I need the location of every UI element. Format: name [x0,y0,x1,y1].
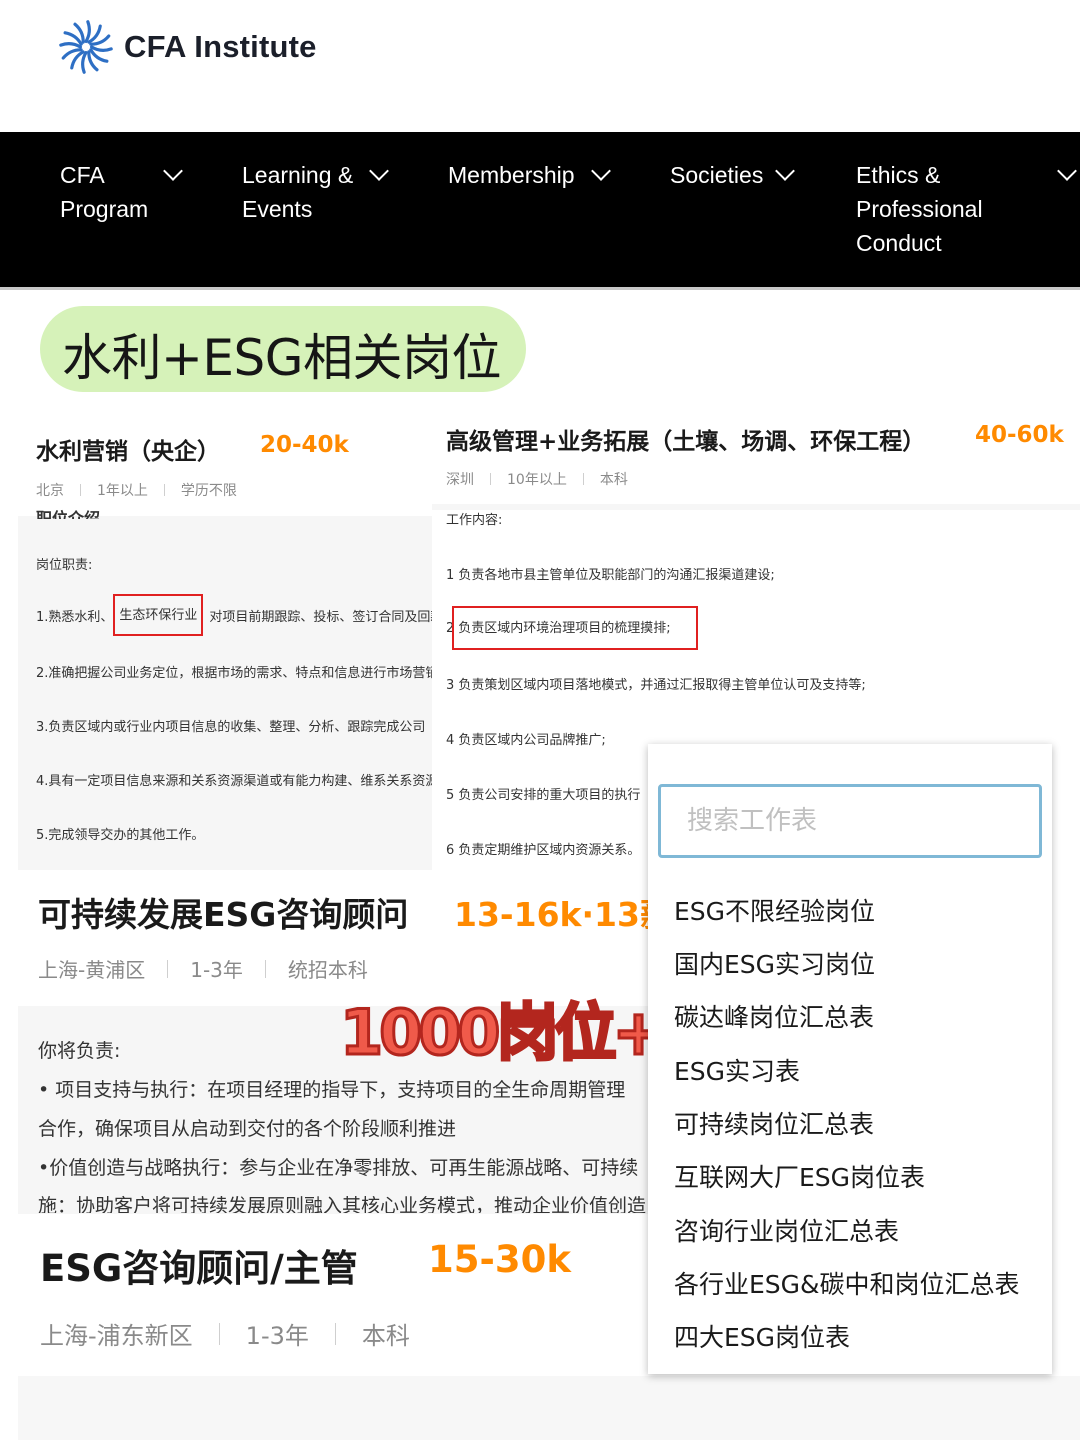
sheet-item-industry-esg-carbon[interactable]: 各行业ESG&碳中和岗位汇总表 [674,1265,1020,1301]
divider [582,473,584,485]
sheet-item-internet-esg[interactable]: 互联网大厂ESG岗位表 [674,1158,925,1194]
chevron-down-icon [369,161,389,181]
chevron-down-icon [163,161,183,181]
job2-line-6: 6 负责定期维护区域内资源关系。 [446,843,641,858]
job2-education: 本科 [599,472,628,488]
main-nav: CFA Program Learning & Events Membership… [0,132,1080,290]
job2-title[interactable]: 高级管理+业务拓展（土壤、场调、环保工程） [446,422,925,456]
sheet-item-sustainability[interactable]: 可持续岗位汇总表 [674,1105,874,1141]
sheet-item-domestic-esg-intern[interactable]: 国内ESG实习岗位 [674,945,875,981]
job3-line-3: •价值创造与战略执行：参与企业在净零排放、可再生能源战略、可持续 [38,1157,639,1179]
job2-content-label: 工作内容: [446,513,503,528]
sheet-dropdown: ESG不限经验岗位 国内ESG实习岗位 碳达峰岗位汇总表 ESG实习表 可持续岗… [648,744,1052,1374]
job3-resp-label: 你将负责: [38,1040,121,1062]
job3-line-1: • 项目支持与执行：在项目经理的指导下，支持项目的全生命周期管理 [38,1079,626,1101]
job1-line-2: 2.准确把握公司业务定位，根据市场的需求、特点和信息进行市场营销 [36,666,432,681]
highlight-box: 生态环保行业 [113,594,204,636]
brand-name: CFA Institute [124,29,317,64]
job1-line-4: 4.具有一定项目信息来源和关系资源渠道或有能力构建、维系关系资源 [36,774,432,789]
nav-label: Membership [448,162,575,188]
sheet-item-esg-intern[interactable]: ESG实习表 [674,1052,800,1088]
job1-title[interactable]: 水利营销（央企） [36,432,220,466]
job3-education: 统招本科 [287,958,368,982]
highlight-box: 负责区域内环境治理项目的梳理摸排; [452,606,699,650]
job2-divider [432,504,1080,510]
sheet-item-esg-no-experience[interactable]: ESG不限经验岗位 [674,892,875,928]
chevron-down-icon [591,161,611,181]
job2-line-2: 2 负责区域内环境治理项目的梳理摸排; [446,606,699,650]
job2-line-1: 1 负责各地市县主管单位及职能部门的沟通汇报渠道建设; [446,568,775,583]
job2-city: 深圳 [446,472,474,488]
job1-line1-pre: 1.熟悉水利、 [36,609,114,625]
divider [264,959,266,978]
brand-logo[interactable]: CFA Institute [58,16,317,78]
nav-societies[interactable]: Societies [670,158,795,192]
job4-city: 上海-浦东新区 [40,1322,193,1350]
job3-meta: 上海-黄浦区 1-3年 统招本科 [38,954,368,983]
nav-label: Learning & Events [242,162,354,222]
sheet-item-consulting[interactable]: 咨询行业岗位汇总表 [674,1212,899,1248]
job4-experience: 1-3年 [245,1322,309,1350]
job2-line2-box: 负责区域内环境治理项目的梳理摸排; [458,621,671,636]
job1-meta: 北京 1年以上 学历不限 [36,480,237,500]
job4-salary: 15-30k [428,1238,571,1281]
divider [218,1322,220,1345]
nav-label: Societies [670,162,764,188]
sheet-search-input[interactable] [658,784,1042,858]
job3-experience: 1-3年 [190,958,243,982]
nav-cfa-program[interactable]: CFA Program [60,158,183,226]
job2-line-3: 3 负责策划区域内项目落地模式，并通过汇报取得主管单位认可及支持等; [446,678,866,693]
job1-experience: 1年以上 [97,483,148,499]
job3-line-4: 施：协助客户将可持续发展原则融入其核心业务模式，推动企业价值创造 [38,1195,647,1213]
job4-detail-panel [18,1376,1080,1440]
divider [490,473,491,485]
divider [334,1322,336,1345]
cfa-logo-icon [59,20,113,74]
nav-label: CFA Program [60,162,149,222]
job1-city: 北京 [36,483,64,499]
job2-line-5: 5 负责公司安排的重大项目的执行 [446,788,641,803]
job1-line1-post: 对项目前期跟踪、投标、签订合同及回款 [209,609,432,625]
job1-line-1: 1.熟悉水利、 生态环保行业 对项目前期跟踪、投标、签订合同及回款 [36,594,432,636]
overlay-badge-1000-jobs: 1000岗位+ [339,995,667,1071]
chevron-down-icon [1057,161,1077,181]
divider [163,484,165,496]
sheet-item-carbon-peak[interactable]: 碳达峰岗位汇总表 [674,998,874,1034]
page-title: 水利+ESG相关岗位 [62,329,501,387]
job3-line-2: 合作，确保项目从启动到交付的各个阶段顺利推进 [38,1118,457,1140]
job1-line-5: 5.完成领导交办的其他工作。 [36,828,205,843]
job3-salary: 13-16k·13薪 [454,895,673,934]
job2-meta: 深圳 10年以上 本科 [446,469,628,489]
divider [80,484,81,496]
job1-education: 学历不限 [180,483,237,499]
job3-title[interactable]: 可持续发展ESG咨询顾问 [38,888,408,936]
job1-line1-box: 生态环保行业 [119,608,198,623]
job1-section-cut: 职位介绍 [36,509,101,519]
nav-label: Ethics & Professional Conduct [856,162,983,256]
job4-title[interactable]: ESG咨询顾问/主管 [40,1238,358,1292]
job1-salary: 20-40k [260,432,349,458]
job1-duties-label: 岗位职责: [36,558,93,573]
divider [167,959,169,978]
job1-line-3: 3.负责区域内或行业内项目信息的收集、整理、分析、跟踪完成公司 [36,720,426,735]
nav-learning-events[interactable]: Learning & Events [242,158,389,226]
job2-salary: 40-60k [975,422,1064,448]
chevron-down-icon [775,161,795,181]
job2-experience: 10年以上 [507,472,567,488]
job3-city: 上海-黄浦区 [38,958,146,982]
nav-membership[interactable]: Membership [448,158,611,192]
sheet-item-big-four-esg[interactable]: 四大ESG岗位表 [674,1318,850,1354]
job2-line-4: 4 负责区域内公司品牌推广; [446,733,606,748]
job4-meta: 上海-浦东新区 1-3年 本科 [40,1316,410,1351]
nav-ethics[interactable]: Ethics & Professional Conduct [856,158,1077,260]
job4-education: 本科 [361,1322,410,1350]
